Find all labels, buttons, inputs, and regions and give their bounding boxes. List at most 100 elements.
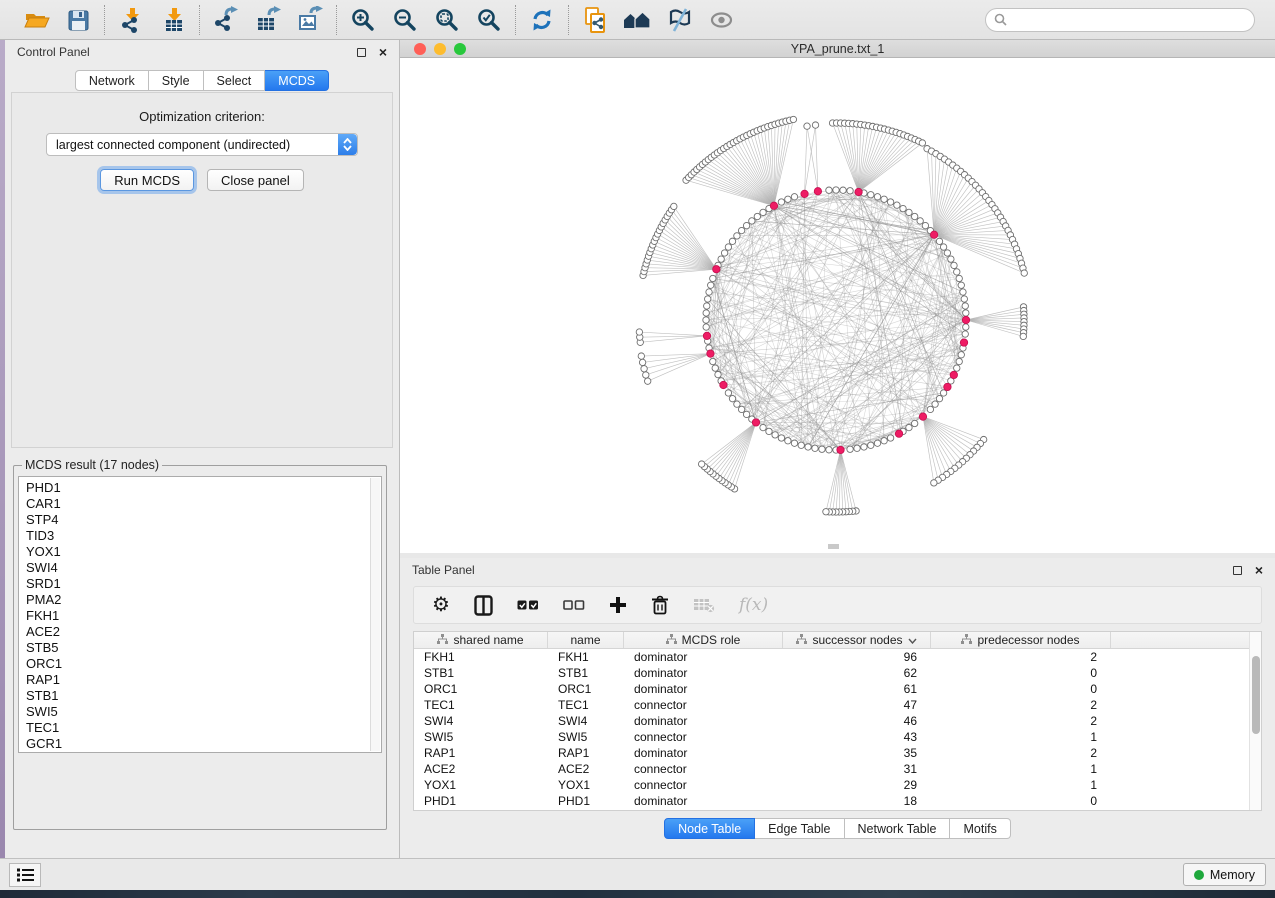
close-panel-icon[interactable]: × — [379, 48, 387, 57]
table-scrollbar-thumb[interactable] — [1252, 656, 1260, 734]
network-dominator-node[interactable] — [801, 190, 808, 197]
network-node[interactable] — [812, 445, 818, 451]
hide-selected-icon[interactable] — [664, 5, 694, 35]
show-all-icon[interactable] — [706, 5, 736, 35]
mcds-result-item[interactable]: SWI5 — [26, 704, 381, 720]
network-node[interactable] — [840, 187, 846, 193]
network-node[interactable] — [734, 233, 740, 239]
network-dominator-node[interactable] — [720, 381, 727, 388]
network-node[interactable] — [703, 317, 709, 323]
memory-button[interactable]: Memory — [1183, 863, 1266, 886]
network-node[interactable] — [854, 445, 860, 451]
table-row[interactable]: ACE2ACE2connector311 — [414, 761, 1249, 777]
network-dominator-node[interactable] — [855, 188, 862, 195]
export-image-icon[interactable] — [295, 5, 325, 35]
tab-motifs[interactable]: Motifs — [950, 818, 1010, 839]
network-node[interactable] — [963, 324, 969, 330]
network-node[interactable] — [826, 447, 832, 453]
network-leaf-node[interactable] — [698, 461, 704, 467]
network-node[interactable] — [962, 303, 968, 309]
delete-column-icon[interactable] — [651, 595, 669, 615]
network-node[interactable] — [847, 446, 853, 452]
float-table-panel-icon[interactable] — [1233, 566, 1242, 575]
network-dominator-node[interactable] — [930, 231, 937, 238]
network-node[interactable] — [894, 202, 900, 208]
network-dominator-node[interactable] — [960, 339, 967, 346]
close-panel-button[interactable]: Close panel — [207, 169, 304, 191]
network-node[interactable] — [868, 192, 874, 198]
network-node[interactable] — [703, 324, 709, 330]
column-header-predecessor-nodes[interactable]: predecessor nodes — [931, 632, 1111, 648]
network-node[interactable] — [948, 256, 954, 262]
mcds-result-item[interactable]: CAR1 — [26, 496, 381, 512]
network-leaf-node[interactable] — [638, 353, 644, 359]
network-node[interactable] — [760, 424, 766, 430]
table-row[interactable]: RAP1RAP1dominator352 — [414, 745, 1249, 761]
mcds-result-item[interactable]: ORC1 — [26, 656, 381, 672]
table-row[interactable]: ORC1ORC1dominator610 — [414, 681, 1249, 697]
network-node[interactable] — [911, 213, 917, 219]
tab-node-table[interactable]: Node Table — [664, 818, 755, 839]
table-row[interactable]: STB1STB1dominator620 — [414, 665, 1249, 681]
network-node[interactable] — [729, 395, 735, 401]
network-node[interactable] — [785, 196, 791, 202]
export-table-icon[interactable] — [253, 5, 283, 35]
network-node[interactable] — [703, 310, 709, 316]
mcds-result-item[interactable]: PHD1 — [26, 480, 381, 496]
network-leaf-node[interactable] — [812, 122, 818, 128]
tab-network[interactable]: Network — [75, 70, 149, 91]
float-panel-icon[interactable] — [357, 48, 366, 57]
network-leaf-node[interactable] — [931, 480, 937, 486]
mcds-result-item[interactable]: STP4 — [26, 512, 381, 528]
show-column-panel-icon[interactable] — [474, 595, 493, 616]
network-node[interactable] — [906, 209, 912, 215]
network-node[interactable] — [708, 282, 714, 288]
network-node[interactable] — [743, 222, 749, 228]
network-node[interactable] — [932, 401, 938, 407]
save-session-icon[interactable] — [63, 5, 93, 35]
network-dominator-node[interactable] — [919, 413, 926, 420]
network-node[interactable] — [954, 365, 960, 371]
table-row[interactable]: TEC1TEC1connector472 — [414, 697, 1249, 713]
network-dominator-node[interactable] — [713, 266, 720, 273]
network-dominator-node[interactable] — [752, 419, 759, 426]
table-row[interactable]: FKH1FKH1dominator962 — [414, 649, 1249, 665]
network-leaf-node[interactable] — [641, 366, 647, 372]
network-dominator-node[interactable] — [707, 350, 714, 357]
open-file-icon[interactable] — [21, 5, 51, 35]
network-leaf-node[interactable] — [823, 509, 829, 515]
network-node[interactable] — [718, 256, 724, 262]
network-node[interactable] — [874, 440, 880, 446]
mcds-result-item[interactable]: ACE2 — [26, 624, 381, 640]
import-table-icon[interactable] — [158, 5, 188, 35]
network-node[interactable] — [940, 244, 946, 250]
mcds-result-item[interactable]: SWI4 — [26, 560, 381, 576]
network-dominator-node[interactable] — [950, 371, 957, 378]
new-network-from-selection-icon[interactable] — [580, 5, 610, 35]
network-node[interactable] — [738, 406, 744, 412]
network-node[interactable] — [963, 310, 969, 316]
network-node[interactable] — [725, 244, 731, 250]
network-node[interactable] — [956, 358, 962, 364]
network-node[interactable] — [951, 262, 957, 268]
column-header-MCDS-role[interactable]: MCDS role — [624, 632, 783, 648]
export-network-icon[interactable] — [211, 5, 241, 35]
network-node[interactable] — [805, 444, 811, 450]
table-row[interactable]: SWI4SWI4dominator462 — [414, 713, 1249, 729]
network-node[interactable] — [791, 194, 797, 200]
mcds-result-item[interactable]: TEC1 — [26, 720, 381, 736]
import-network-icon[interactable] — [116, 5, 146, 35]
network-node[interactable] — [734, 401, 740, 407]
table-row[interactable]: PHD1PHD1dominator180 — [414, 793, 1249, 809]
network-node[interactable] — [710, 275, 716, 281]
mcds-result-item[interactable]: FKH1 — [26, 608, 381, 624]
network-node[interactable] — [887, 435, 893, 441]
network-node[interactable] — [936, 238, 942, 244]
network-canvas[interactable] — [400, 58, 1275, 553]
network-node[interactable] — [705, 296, 711, 302]
network-node[interactable] — [958, 352, 964, 358]
network-node[interactable] — [911, 420, 917, 426]
network-node[interactable] — [868, 442, 874, 448]
search-input[interactable] — [1012, 13, 1246, 27]
network-node[interactable] — [778, 435, 784, 441]
